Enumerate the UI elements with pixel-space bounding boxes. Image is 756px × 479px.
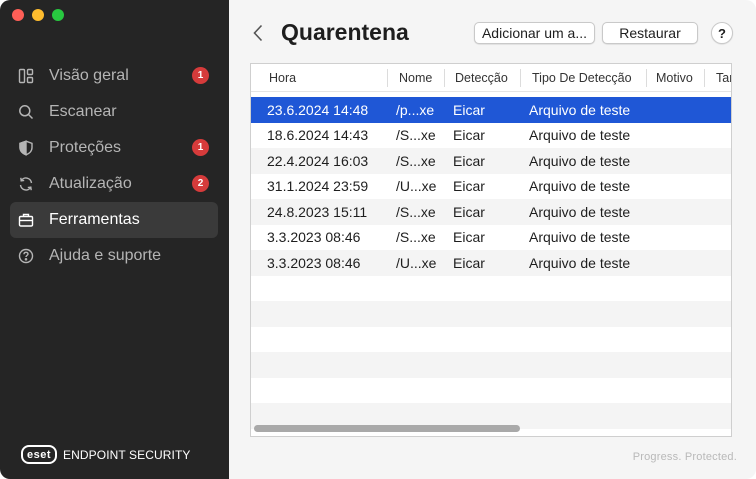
table-row[interactable]: 18.6.2024 14:43 /S...xe Eicar Arquivo de… (251, 123, 731, 149)
notification-badge: 1 (192, 139, 209, 156)
empty-row (251, 327, 731, 353)
sidebar-item-tools[interactable]: Ferramentas (10, 202, 218, 238)
cell-name: /U...xe (396, 254, 437, 271)
horizontal-scrollbar[interactable] (252, 424, 730, 433)
app-window: Visão geral 1 Escanear Proteções 1 Atual… (0, 0, 756, 479)
eset-logo: eset (21, 445, 58, 464)
tagline: Progress. Protected. (632, 451, 737, 463)
cell-time: 18.6.2024 14:43 (267, 127, 369, 144)
main-panel: Quarentena Adicionar um a... Restaurar ?… (229, 0, 756, 479)
restore-button[interactable]: Restaurar (602, 22, 698, 44)
cell-detection: Eicar (453, 203, 485, 220)
sidebar-item-overview[interactable]: Visão geral 1 (10, 58, 218, 94)
column-header-name[interactable]: Nome (391, 64, 432, 92)
sidebar-item-protections[interactable]: Proteções 1 (10, 130, 218, 166)
sidebar-item-label: Ferramentas (49, 211, 140, 228)
cell-name: /p...xe (396, 101, 435, 118)
cell-detection: Eicar (453, 101, 485, 118)
cell-time: 23.6.2024 14:48 (267, 101, 369, 118)
cell-detection: Eicar (453, 127, 485, 144)
search-icon (17, 103, 35, 121)
cell-detection: Eicar (453, 254, 485, 271)
cell-time: 3.3.2023 08:46 (267, 229, 361, 246)
sidebar-item-label: Escanear (49, 103, 117, 120)
table-row[interactable]: 3.3.2023 08:46 /S...xe Eicar Arquivo de … (251, 225, 731, 251)
table-row[interactable]: 22.4.2024 16:03 /S...xe Eicar Arquivo de… (251, 148, 731, 174)
cell-detection: Eicar (453, 178, 485, 195)
sidebar-item-update[interactable]: Atualização 2 (10, 166, 218, 202)
cell-time: 24.8.2023 15:11 (267, 203, 368, 220)
cell-name: /U...xe (396, 178, 437, 195)
empty-row (251, 276, 731, 302)
table-row[interactable]: 3.3.2023 08:46 /U...xe Eicar Arquivo de … (251, 250, 731, 276)
chevron-left-icon (253, 24, 263, 42)
cell-detection-type: Arquivo de teste (529, 254, 631, 271)
sidebar-nav: Visão geral 1 Escanear Proteções 1 Atual… (10, 58, 218, 274)
help-button[interactable]: ? (711, 22, 733, 44)
empty-row (251, 352, 731, 378)
product-name: ENDPOINT SECURITY (63, 447, 191, 462)
column-header-reason[interactable]: Motivo (648, 64, 693, 92)
refresh-icon (17, 175, 35, 193)
sidebar-item-label: Atualização (49, 175, 132, 192)
column-header-detection-type[interactable]: Tipo De Detecção (524, 64, 632, 92)
table-row[interactable]: 24.8.2023 15:11 /S...xe Eicar Arquivo de… (251, 199, 731, 225)
cell-time: 22.4.2024 16:03 (267, 152, 369, 169)
sidebar-item-label: Proteções (49, 139, 122, 156)
back-button[interactable] (251, 22, 265, 44)
sidebar-item-label: Visão geral (49, 67, 129, 84)
cell-name: /S...xe (396, 229, 436, 246)
dashboard-icon (17, 67, 35, 85)
scrollbar-thumb[interactable] (254, 425, 520, 432)
add-button[interactable]: Adicionar um a... (474, 22, 595, 44)
table-body: 23.6.2024 14:48 /p...xe Eicar Arquivo de… (251, 97, 731, 429)
cell-name: /S...xe (396, 127, 436, 144)
close-window-button[interactable] (12, 9, 24, 21)
window-controls (12, 9, 64, 21)
shield-icon (17, 139, 35, 157)
cell-detection-type: Arquivo de teste (529, 152, 631, 169)
table-header: Hora Nome Detecção Tipo De Detecção Moti… (251, 64, 731, 92)
table-row[interactable]: 31.1.2024 23:59 /U...xe Eicar Arquivo de… (251, 174, 731, 200)
cell-detection: Eicar (453, 152, 485, 169)
sidebar-item-help[interactable]: Ajuda e suporte (10, 238, 218, 274)
column-header-detection[interactable]: Detecção (447, 64, 508, 92)
cell-detection-type: Arquivo de teste (529, 203, 631, 220)
cell-time: 31.1.2024 23:59 (267, 178, 369, 195)
help-circle-icon (17, 247, 35, 265)
cell-detection-type: Arquivo de teste (529, 127, 631, 144)
cell-time: 3.3.2023 08:46 (267, 254, 361, 271)
cell-name: /S...xe (396, 203, 436, 220)
cell-name: /S...xe (396, 152, 436, 169)
briefcase-icon (17, 211, 35, 229)
cell-detection-type: Arquivo de teste (529, 178, 631, 195)
maximize-window-button[interactable] (52, 9, 64, 21)
sidebar-item-scan[interactable]: Escanear (10, 94, 218, 130)
empty-row (251, 378, 731, 404)
brand: eset ENDPOINT SECURITY (21, 445, 191, 464)
page-title: Quarentena (281, 19, 409, 45)
cell-detection-type: Arquivo de teste (529, 229, 631, 246)
cell-detection: Eicar (453, 229, 485, 246)
table-row[interactable]: 23.6.2024 14:48 /p...xe Eicar Arquivo de… (251, 97, 731, 123)
column-header-size[interactable]: Tam (708, 64, 731, 92)
cell-detection-type: Arquivo de teste (529, 101, 631, 118)
sidebar-item-label: Ajuda e suporte (49, 247, 162, 264)
empty-row (251, 301, 731, 327)
minimize-window-button[interactable] (32, 9, 44, 21)
notification-badge: 2 (192, 175, 209, 192)
quarantine-table: Hora Nome Detecção Tipo De Detecção Moti… (250, 63, 732, 437)
column-header-time[interactable]: Hora (261, 64, 296, 92)
sidebar: Visão geral 1 Escanear Proteções 1 Atual… (0, 0, 229, 479)
notification-badge: 1 (192, 67, 209, 84)
